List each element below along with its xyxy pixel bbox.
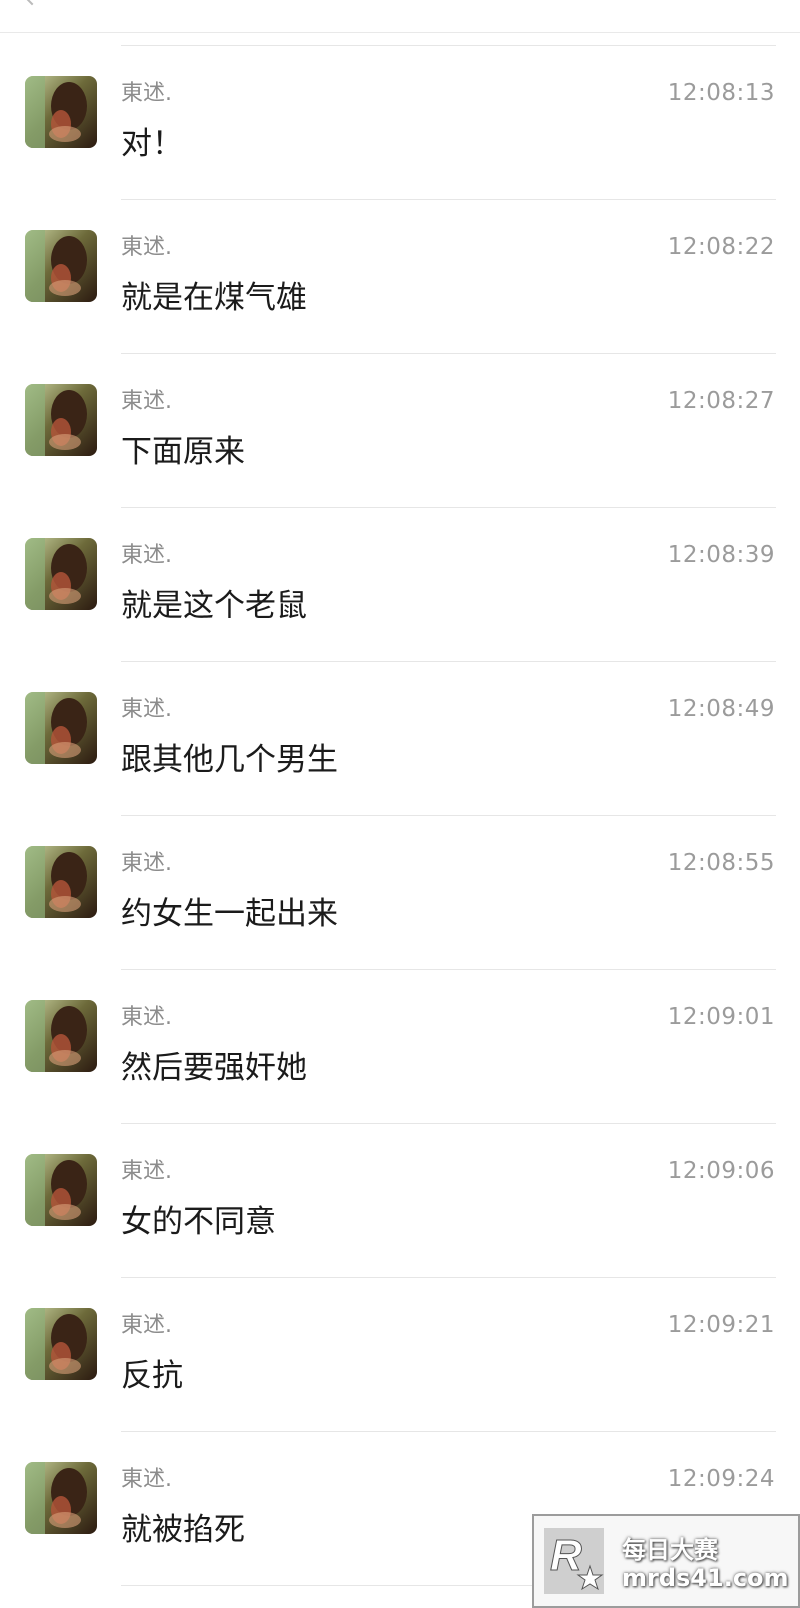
- avatar[interactable]: [25, 538, 97, 610]
- sender-name: 東述.: [121, 81, 172, 106]
- list-item[interactable]: 東述. 12:08:27 下面原来: [0, 354, 800, 508]
- sender-name: 東述.: [121, 1159, 172, 1184]
- list-item[interactable]: 東述. 12:08:49 跟其他几个男生: [0, 662, 800, 816]
- watermark-title: 每日大赛: [622, 1536, 718, 1564]
- message-text: 然后要强奸她: [121, 1050, 307, 1086]
- svg-text:R: R: [550, 1531, 582, 1580]
- sender-name: 東述.: [121, 543, 172, 568]
- sender-name: 東述.: [121, 851, 172, 876]
- back-chevron-icon[interactable]: [20, 0, 44, 6]
- avatar[interactable]: [25, 230, 97, 302]
- message-text: 跟其他几个男生: [121, 742, 338, 778]
- avatar[interactable]: [25, 1000, 97, 1072]
- sender-name: 東述.: [121, 697, 172, 722]
- avatar[interactable]: [25, 1462, 97, 1534]
- message-time: 12:08:49: [667, 696, 775, 722]
- logo-icon: R: [544, 1528, 604, 1594]
- message-text: 女的不同意: [121, 1204, 276, 1240]
- message-text: 反抗: [121, 1358, 183, 1394]
- top-bar: [0, 0, 800, 33]
- message-text: 对！: [121, 126, 183, 162]
- list-item[interactable]: 東述. 12:08:13 对！: [0, 46, 800, 200]
- message-text: 就是这个老鼠: [121, 588, 307, 624]
- sender-name: 東述.: [121, 389, 172, 414]
- sender-name: 東述.: [121, 235, 172, 260]
- message-list[interactable]: 東述. 12:08:13 对！ 東述. 12:08:22 就是在煤气雄 東述. …: [0, 46, 800, 1586]
- message-time: 12:08:55: [667, 850, 775, 876]
- message-time: 12:09:06: [667, 1158, 775, 1184]
- avatar[interactable]: [25, 384, 97, 456]
- message-time: 12:09:24: [667, 1466, 775, 1492]
- list-item[interactable]: 東述. 12:08:22 就是在煤气雄: [0, 200, 800, 354]
- watermark: R 每日大赛 mrds41.com: [532, 1514, 800, 1608]
- list-item[interactable]: 東述. 12:09:21 反抗: [0, 1278, 800, 1432]
- watermark-url: mrds41.com: [622, 1564, 789, 1592]
- list-item[interactable]: 東述. 12:09:01 然后要强奸她: [0, 970, 800, 1124]
- list-item[interactable]: 東述. 12:09:06 女的不同意: [0, 1124, 800, 1278]
- message-text: 就是在煤气雄: [121, 280, 307, 316]
- list-item[interactable]: 東述. 12:08:55 约女生一起出来: [0, 816, 800, 970]
- list-item[interactable]: 東述. 12:08:39 就是这个老鼠: [0, 508, 800, 662]
- message-text: 就被掐死: [121, 1512, 245, 1548]
- avatar[interactable]: [25, 846, 97, 918]
- sender-name: 東述.: [121, 1467, 172, 1492]
- message-time: 12:08:39: [667, 542, 775, 568]
- sender-name: 東述.: [121, 1005, 172, 1030]
- message-text: 下面原来: [121, 434, 245, 470]
- avatar[interactable]: [25, 1154, 97, 1226]
- message-text: 约女生一起出来: [121, 896, 338, 932]
- avatar[interactable]: [25, 1308, 97, 1380]
- avatar[interactable]: [25, 76, 97, 148]
- message-time: 12:09:21: [667, 1312, 775, 1338]
- message-time: 12:08:13: [667, 80, 775, 106]
- message-time: 12:08:27: [667, 388, 775, 414]
- message-time: 12:08:22: [667, 234, 775, 260]
- message-time: 12:09:01: [667, 1004, 775, 1030]
- sender-name: 東述.: [121, 1313, 172, 1338]
- avatar[interactable]: [25, 692, 97, 764]
